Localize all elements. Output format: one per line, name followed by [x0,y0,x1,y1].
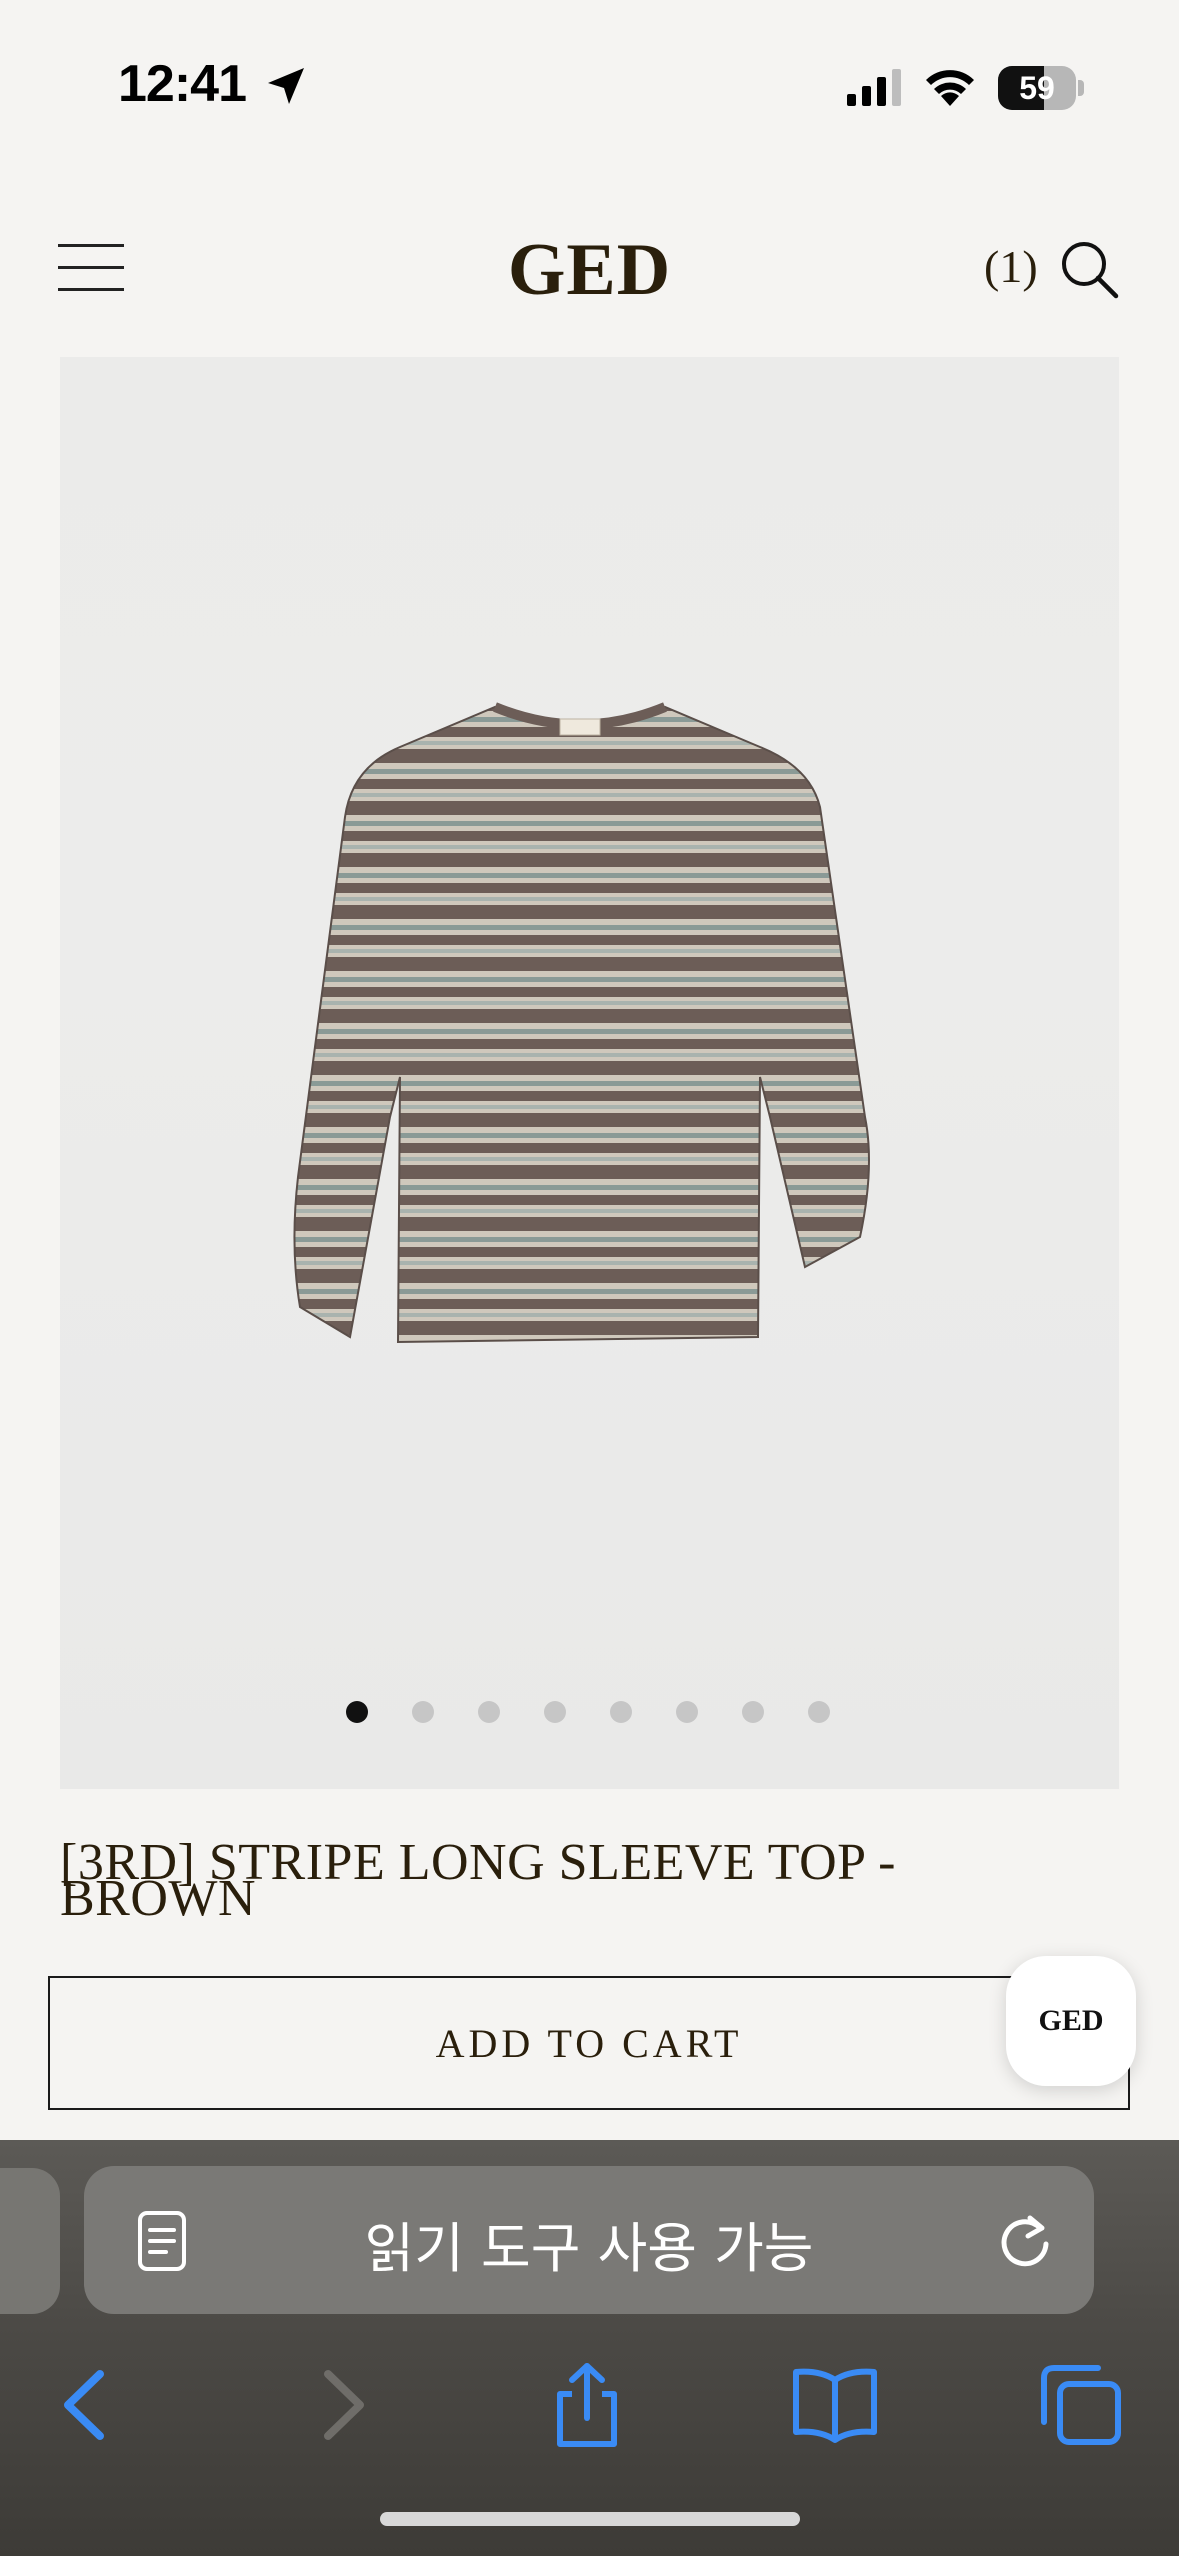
carousel-dot[interactable] [544,1701,566,1723]
browser-toolbar: 읽기 도구 사용 가능 [0,2140,1179,2556]
browser-nav-toolbar [0,2340,1179,2460]
product-image-gallery[interactable] [60,357,1119,1789]
product-image [293,702,870,1344]
location-arrow-icon [268,68,304,104]
status-bar: 12:41 59 [0,0,1179,150]
chevron-left-icon[interactable] [42,2360,132,2450]
chevron-right-icon[interactable] [296,2360,386,2450]
carousel-pagination [60,1697,1119,1727]
cart-count-button[interactable]: (1) [984,240,1038,293]
battery-indicator: 59 [998,66,1084,110]
search-icon[interactable] [1058,238,1120,300]
carousel-dot[interactable] [412,1701,434,1723]
book-icon[interactable] [790,2360,880,2450]
reload-icon[interactable] [996,2210,1054,2272]
share-icon[interactable] [542,2360,632,2450]
carousel-dot[interactable] [808,1701,830,1723]
status-time: 12:41 [118,55,247,113]
chat-button[interactable]: GED [1006,1956,1136,2086]
carousel-dot[interactable] [676,1701,698,1723]
address-bar[interactable]: 읽기 도구 사용 가능 [84,2166,1094,2314]
product-title: [3RD] STRIPE LONG SLEEVE TOP - BROWN [60,1837,1040,1925]
carousel-dot[interactable] [478,1701,500,1723]
site-header: GED (1) [0,200,1179,340]
previous-tab-preview[interactable] [0,2168,60,2314]
address-text: 읽기 도구 사용 가능 [364,2217,814,2280]
carousel-dot[interactable] [346,1701,368,1723]
carousel-dot[interactable] [742,1701,764,1723]
add-to-cart-button[interactable]: ADD TO CART [48,1976,1130,2110]
wifi-icon [926,70,974,106]
carousel-dot[interactable] [610,1701,632,1723]
tabs-icon[interactable] [1036,2360,1126,2450]
cellular-signal-icon [847,69,901,106]
home-indicator [380,2512,800,2526]
battery-percentage: 59 [1019,69,1055,106]
